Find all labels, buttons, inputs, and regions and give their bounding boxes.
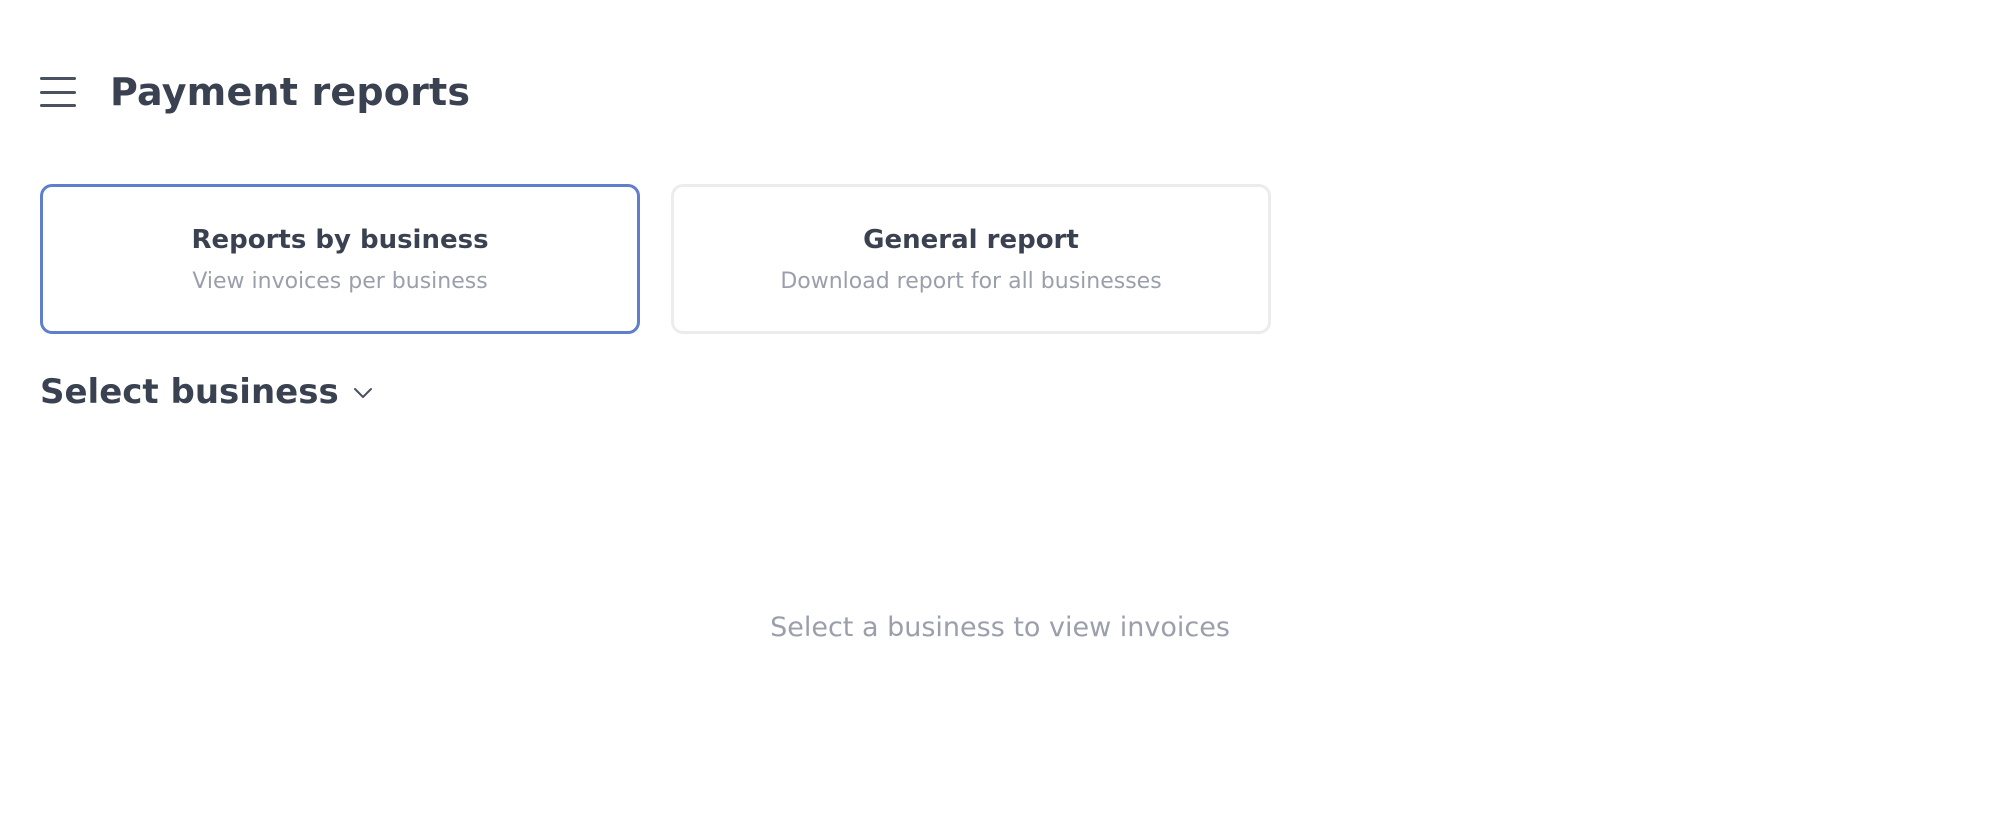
- card-subtitle: View invoices per business: [192, 268, 488, 294]
- card-title: Reports by business: [191, 224, 489, 255]
- empty-state-message: Select a business to view invoices: [770, 612, 1230, 643]
- hamburger-menu-icon[interactable]: [40, 77, 76, 107]
- page-title: Payment reports: [110, 70, 471, 114]
- chevron-down-icon: [353, 385, 373, 399]
- page-header: Payment reports: [40, 62, 470, 122]
- select-business-dropdown[interactable]: Select business: [40, 372, 373, 412]
- card-general-report[interactable]: General report Download report for all b…: [671, 184, 1271, 334]
- menu-icon-bar-top: [40, 77, 76, 80]
- select-business-label: Select business: [40, 372, 339, 412]
- report-type-cards: Reports by business View invoices per bu…: [40, 184, 1271, 334]
- menu-icon-bar-bottom: [40, 104, 76, 107]
- card-title: General report: [863, 224, 1079, 255]
- card-subtitle: Download report for all businesses: [780, 268, 1162, 294]
- card-reports-by-business[interactable]: Reports by business View invoices per bu…: [40, 184, 640, 334]
- menu-icon-bar-middle: [40, 90, 76, 94]
